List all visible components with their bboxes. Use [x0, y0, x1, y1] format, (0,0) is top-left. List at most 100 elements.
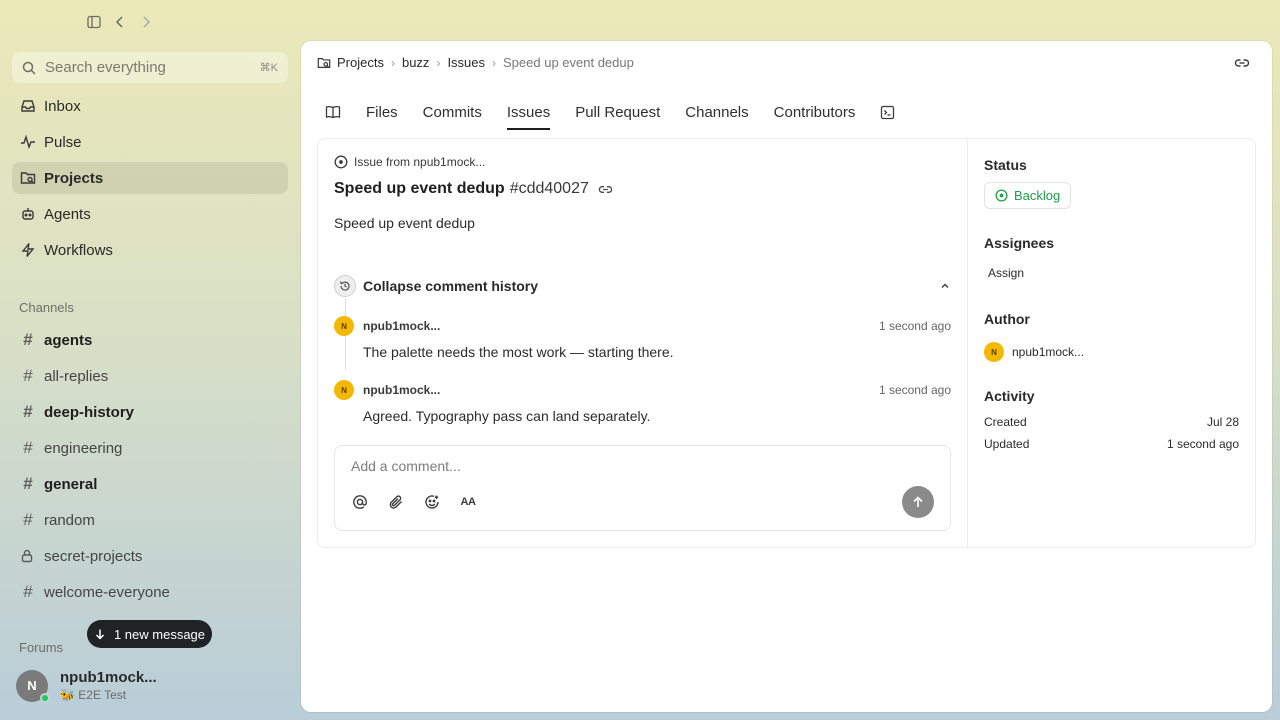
comment-item: N npub1mock... 1 second ago The palette …: [334, 316, 951, 360]
book-icon: [325, 106, 341, 119]
sidebar-item-workflows[interactable]: Workflows: [12, 234, 288, 266]
issue-details: Status Backlog Assignees Assign Author N…: [968, 139, 1257, 547]
comment-input[interactable]: Add a comment...: [351, 458, 461, 474]
channel-item-welcome-everyone[interactable]: # welcome-everyone: [12, 576, 288, 608]
comment-composer[interactable]: Add a comment... AA: [334, 445, 951, 531]
sidebar-item-pulse[interactable]: Pulse: [12, 126, 288, 158]
breadcrumb-projects[interactable]: Projects: [337, 55, 384, 70]
emoji-icon[interactable]: [423, 493, 441, 511]
channel-name: all-replies: [44, 367, 109, 385]
tab-files[interactable]: Files: [366, 97, 398, 127]
channel-item-agents[interactable]: # agents: [12, 324, 288, 356]
chevron-right-icon: ›: [390, 55, 395, 70]
tab-channels[interactable]: Channels: [685, 97, 748, 127]
hash-icon: #: [23, 366, 33, 385]
hash-icon: #: [23, 510, 33, 529]
sidebar-item-label: Workflows: [44, 241, 113, 259]
comment-author[interactable]: npub1mock...: [363, 383, 879, 397]
created-row: Created Jul 28: [984, 415, 1239, 429]
toggle-sidebar-icon[interactable]: [86, 14, 102, 30]
send-button[interactable]: [902, 486, 934, 518]
issue-title: Speed up event dedup #cdd40027: [334, 180, 613, 198]
arrow-down-icon: [95, 629, 104, 640]
search-input[interactable]: Search everything ⌘K: [12, 52, 288, 83]
history-icon: [334, 275, 356, 297]
lock-icon: [20, 549, 36, 563]
tab-contributors[interactable]: Contributors: [774, 97, 856, 127]
assignees-heading: Assignees: [984, 235, 1055, 251]
chevron-right-icon: ›: [436, 55, 441, 70]
collapse-history-label: Collapse comment history: [363, 278, 539, 294]
tab-terminal[interactable]: [880, 97, 896, 127]
avatar: N: [334, 316, 354, 336]
avatar-initial: N: [27, 678, 37, 693]
avatar: N: [984, 342, 1004, 362]
author-row[interactable]: N npub1mock...: [984, 342, 1084, 362]
inbox-icon: [21, 100, 35, 112]
issue-main: Issue from npub1mock... Speed up event d…: [318, 139, 968, 547]
status-badge[interactable]: Backlog: [984, 182, 1072, 209]
sidebar-item-inbox[interactable]: Inbox: [12, 90, 288, 122]
collapse-history-toggle[interactable]: Collapse comment history: [334, 275, 951, 297]
issue-from-label: Issue from npub1mock...: [354, 155, 486, 169]
tab-commits[interactable]: Commits: [423, 97, 482, 127]
forward-icon[interactable]: [138, 14, 154, 30]
workflows-icon: [21, 243, 35, 257]
composer-toolbar: AA: [351, 493, 477, 511]
channel-item-all-replies[interactable]: # all-replies: [12, 360, 288, 392]
channel-item-secret-projects[interactable]: secret-projects: [12, 540, 288, 572]
created-label: Created: [984, 415, 1027, 429]
sidebar-item-label: Agents: [44, 205, 91, 223]
comment-item: N npub1mock... 1 second ago Agreed. Typo…: [334, 380, 951, 424]
created-value: Jul 28: [1206, 415, 1239, 429]
copy-link-icon[interactable]: [1234, 55, 1250, 71]
search-icon: [22, 61, 36, 75]
issue-source: Issue from npub1mock...: [334, 155, 485, 169]
hash-icon: #: [23, 402, 33, 421]
sidebar-item-label: Pulse: [44, 133, 82, 151]
tab-issues[interactable]: Issues: [506, 97, 551, 130]
avatar: N: [16, 669, 50, 703]
breadcrumb-repo[interactable]: buzz: [402, 55, 429, 70]
attach-icon[interactable]: [387, 493, 405, 511]
breadcrumb: Projects › buzz › Issues › Speed up even…: [317, 55, 634, 70]
repo-tabs: Files Commits Issues Pull Request Channe…: [325, 97, 921, 130]
window-controls: [86, 14, 154, 30]
channel-item-random[interactable]: # random: [12, 504, 288, 536]
breadcrumb-issues[interactable]: Issues: [447, 55, 485, 70]
hash-icon: #: [23, 438, 33, 457]
author-heading: Author: [984, 311, 1030, 327]
mention-icon[interactable]: [351, 493, 369, 511]
issue-open-icon: [334, 155, 348, 169]
comment-time: 1 second ago: [878, 383, 951, 397]
sidebar-item-agents[interactable]: Agents: [12, 198, 288, 230]
chevron-right-icon: ›: [492, 55, 497, 70]
new-message-pill[interactable]: 1 new message: [87, 620, 212, 648]
copy-link-icon[interactable]: [598, 182, 613, 197]
back-icon[interactable]: [112, 14, 128, 30]
tab-readme[interactable]: [325, 97, 341, 127]
channel-item-general[interactable]: # general: [12, 468, 288, 500]
user-name: npub1mock...: [60, 669, 157, 686]
status-circle-icon: [995, 189, 1008, 202]
channel-item-engineering[interactable]: # engineering: [12, 432, 288, 464]
projects-icon: [20, 172, 36, 184]
sidebar-item-projects[interactable]: Projects: [12, 162, 288, 194]
comment-text: The palette needs the most work — starti…: [363, 344, 674, 360]
channel-item-deep-history[interactable]: # deep-history: [12, 396, 288, 428]
issue-id: #cdd40027: [509, 180, 589, 197]
comment-author[interactable]: npub1mock...: [363, 319, 879, 333]
status-value: Backlog: [1014, 188, 1061, 203]
channel-name: agents: [44, 331, 93, 349]
text-format-button[interactable]: AA: [459, 493, 477, 511]
current-user[interactable]: N npub1mock... 🐝 E2E Test: [16, 669, 157, 703]
assign-button[interactable]: Assign: [988, 266, 1024, 280]
search-shortcut: ⌘K: [259, 62, 278, 74]
issue-description: Speed up event dedup: [334, 215, 475, 231]
breadcrumb-current: Speed up event dedup: [503, 55, 634, 70]
projects-icon: [317, 57, 331, 68]
new-message-label: 1 new message: [113, 626, 206, 642]
chevron-up-icon: [939, 280, 951, 292]
hash-icon: #: [23, 582, 33, 601]
tab-pull-request[interactable]: Pull Request: [575, 97, 660, 127]
